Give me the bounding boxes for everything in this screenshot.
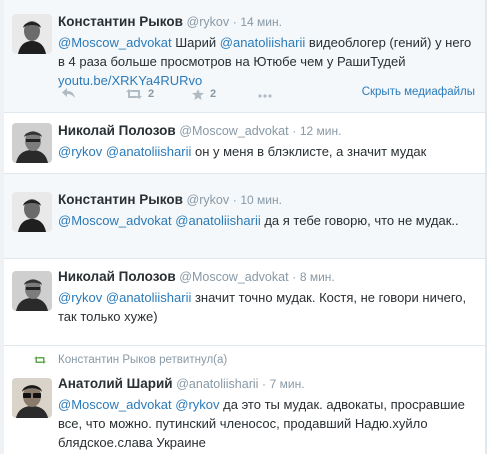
mention-link[interactable]: @anatoliisharii — [106, 290, 191, 305]
avatar[interactable] — [12, 271, 52, 311]
mention-link[interactable]: @anatoliisharii — [106, 144, 191, 159]
author-name[interactable]: Анатолий Шарий — [58, 376, 173, 391]
tweet-header: Константин Рыков @rykov · 14 мин. — [58, 14, 477, 30]
mention-link[interactable]: @anatoliisharii — [220, 35, 305, 50]
favorite-button[interactable]: 2 — [192, 88, 216, 100]
retweet-count: 2 — [148, 88, 155, 100]
separator-dot: · — [262, 377, 267, 391]
tweet-text-part: да я тебе говорю, что не мудак.. — [260, 213, 459, 228]
more-button[interactable] — [258, 94, 272, 98]
tweet-text-part: Шарий — [171, 35, 220, 50]
author-handle[interactable]: @Moscow_advokat — [179, 124, 288, 138]
tweet-text: @rykov @anatoliisharii он у меня в блэкл… — [58, 142, 477, 161]
avatar[interactable] — [12, 378, 52, 418]
author-name[interactable]: Николай Полозов — [58, 123, 176, 138]
mention-link[interactable]: @anatoliisharii — [175, 213, 260, 228]
tweet-text: @rykov @anatoliisharii значит точно муда… — [58, 288, 477, 326]
tweet-header: Николай Полозов @Moscow_advokat · 12 мин… — [58, 123, 477, 139]
author-name[interactable]: Николай Полозов — [58, 269, 176, 284]
avatar[interactable] — [12, 14, 52, 54]
favorite-count: 2 — [210, 88, 217, 100]
retweet-button[interactable]: 2 — [126, 88, 154, 100]
author-handle[interactable]: @anatoliisharii — [176, 377, 258, 391]
author-name[interactable]: Константин Рыков — [58, 192, 183, 207]
tweet-header: Анатолий Шарий @anatoliisharii · 7 мин. — [58, 376, 477, 392]
tweet-content: Константин Рыков @rykov · 14 мин. @Mosco… — [58, 14, 477, 90]
timestamp[interactable]: 12 мин. — [300, 124, 342, 138]
timestamp[interactable]: 7 мин. — [270, 377, 305, 391]
tweet-text: @Moscow_advokat @rykov да это ты мудак. … — [58, 395, 477, 452]
tweet-text: @Moscow_advokat @anatoliisharii да я теб… — [58, 211, 477, 230]
avatar[interactable] — [12, 123, 52, 163]
mention-link[interactable]: @rykov — [175, 397, 219, 412]
more-icon — [258, 94, 272, 98]
separator-dot: · — [232, 15, 237, 29]
timestamp[interactable]: 8 мин. — [300, 270, 335, 284]
retweet-icon — [126, 89, 142, 99]
author-handle[interactable]: @rykov — [187, 15, 230, 29]
mention-link[interactable]: @Moscow_advokat — [58, 35, 172, 50]
url-link[interactable]: youtu.be/XRKYa4RURvo — [58, 73, 202, 88]
timestamp[interactable]: 10 мин. — [240, 193, 282, 207]
tweet[interactable]: Константин Рыков @rykov · 14 мин. @Mosco… — [4, 0, 485, 113]
tweet-header: Николай Полозов @Moscow_advokat · 8 мин. — [58, 269, 477, 285]
mention-link[interactable]: @rykov — [58, 290, 102, 305]
tweet[interactable]: Константин Рыков @rykov · 10 мин. @Mosco… — [4, 174, 485, 259]
tweet-content: Константин Рыков @rykov · 10 мин. @Mosco… — [58, 192, 477, 230]
tweet-content: Анатолий Шарий @anatoliisharii · 7 мин. … — [58, 376, 477, 452]
mention-link[interactable]: @Moscow_advokat — [58, 213, 172, 228]
author-handle[interactable]: @Moscow_advokat — [179, 270, 288, 284]
separator-dot: · — [232, 193, 237, 207]
tweet-text-part: он у меня в блэклисте, а значит мудак — [191, 144, 427, 159]
author-name[interactable]: Константин Рыков — [58, 14, 183, 29]
tweet-text: @Moscow_advokat Шарий @anatoliisharii ви… — [58, 33, 477, 90]
tweet[interactable]: Константин Рыков ретвитнул(а) Анатолий Ш… — [4, 346, 485, 454]
tweet-content: Николай Полозов @Moscow_advokat · 8 мин.… — [58, 269, 477, 326]
tweet-header: Константин Рыков @rykov · 10 мин. — [58, 192, 477, 208]
retweeted-by-label[interactable]: Константин Рыков ретвитнул(а) — [58, 354, 227, 366]
author-handle[interactable]: @rykov — [187, 193, 230, 207]
mention-link[interactable]: @rykov — [58, 144, 102, 159]
separator-dot: · — [292, 124, 297, 138]
tweet[interactable]: Николай Полозов @Moscow_advokat · 12 мин… — [4, 113, 485, 174]
hide-media-link[interactable]: Скрыть медиафайлы — [362, 86, 475, 98]
avatar[interactable] — [12, 192, 52, 232]
reply-button[interactable] — [62, 88, 75, 98]
favorite-icon — [192, 88, 204, 100]
separator-dot: · — [292, 270, 297, 284]
retweet-indicator-icon — [34, 356, 46, 364]
tweet[interactable]: Николай Полозов @Moscow_advokat · 8 мин.… — [4, 259, 485, 346]
reply-icon — [62, 88, 75, 98]
mention-link[interactable]: @Moscow_advokat — [58, 397, 172, 412]
timestamp[interactable]: 14 мин. — [240, 15, 282, 29]
tweet-content: Николай Полозов @Moscow_advokat · 12 мин… — [58, 123, 477, 161]
